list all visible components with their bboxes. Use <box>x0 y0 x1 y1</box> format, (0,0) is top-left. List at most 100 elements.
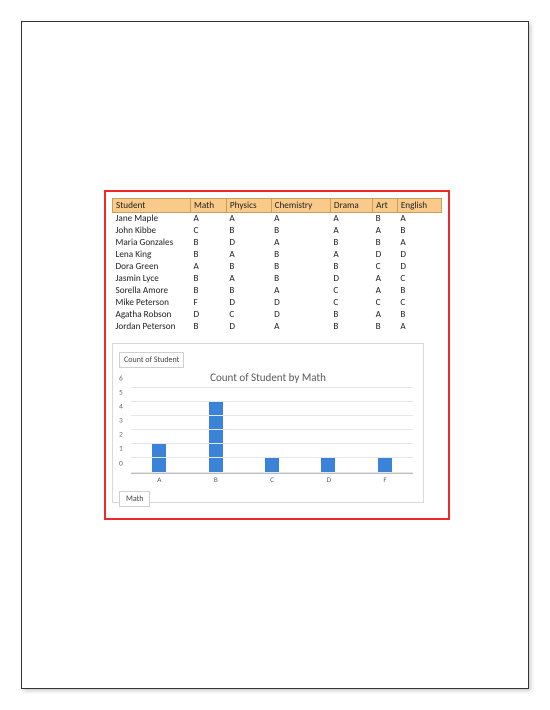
grade-cell: A <box>271 285 330 297</box>
grade-cell: A <box>191 261 227 273</box>
grade-cell: C <box>330 285 372 297</box>
grade-cell: A <box>373 309 398 321</box>
x-tick-label: F <box>383 476 386 485</box>
column-header: Chemistry <box>271 199 330 213</box>
grades-table: StudentMathPhysicsChemistryDramaArtEngli… <box>112 198 442 333</box>
grade-cell: A <box>397 213 441 225</box>
grade-cell: B <box>191 273 227 285</box>
y-tick-label: 6 <box>119 374 123 383</box>
gridline <box>131 429 413 430</box>
x-tick-label: B <box>214 476 218 485</box>
grade-cell: A <box>271 321 330 333</box>
grade-cell: F <box>191 297 227 309</box>
student-name-cell: Lena King <box>113 249 191 261</box>
column-header: Physics <box>226 199 271 213</box>
grade-cell: B <box>191 285 227 297</box>
student-name-cell: John Kibbe <box>113 225 191 237</box>
y-tick-label: 2 <box>119 431 123 440</box>
grade-cell: A <box>226 213 271 225</box>
grade-cell: B <box>397 309 441 321</box>
chart-x-axis: ABCDF <box>131 476 413 485</box>
table-row: Jordan PetersonBDABBA <box>113 321 442 333</box>
grade-cell: D <box>397 249 441 261</box>
grade-cell: A <box>226 273 271 285</box>
chart-bar <box>378 458 392 472</box>
chart-title: Count of Student by Math <box>119 371 417 384</box>
table-row: John KibbeCBBAAB <box>113 225 442 237</box>
document-page: StudentMathPhysicsChemistryDramaArtEngli… <box>21 21 529 689</box>
grade-cell: D <box>226 297 271 309</box>
student-name-cell: Maria Gonzales <box>113 237 191 249</box>
student-name-cell: Agatha Robson <box>113 309 191 321</box>
grade-cell: B <box>271 225 330 237</box>
grade-cell: B <box>191 321 227 333</box>
chart-field-pill[interactable]: Count of Student <box>119 352 184 368</box>
grade-cell: A <box>373 273 398 285</box>
gridline <box>131 457 413 458</box>
grade-cell: A <box>373 225 398 237</box>
grade-cell: B <box>397 225 441 237</box>
grade-cell: A <box>373 285 398 297</box>
grade-cell: B <box>226 285 271 297</box>
table-row: Agatha RobsonDCDBAB <box>113 309 442 321</box>
grade-cell: A <box>226 249 271 261</box>
grade-cell: B <box>226 225 271 237</box>
grade-cell: B <box>330 309 372 321</box>
x-tick-label: C <box>270 476 274 485</box>
grade-cell: A <box>191 213 227 225</box>
gridline <box>131 387 413 388</box>
grade-cell: C <box>373 261 398 273</box>
table-row: Jane MapleAAAABA <box>113 213 442 225</box>
grade-cell: B <box>330 321 372 333</box>
column-header: Art <box>373 199 398 213</box>
grade-cell: D <box>397 261 441 273</box>
table-row: Mike PetersonFDDCCC <box>113 297 442 309</box>
grade-cell: D <box>226 321 271 333</box>
grade-cell: C <box>226 309 271 321</box>
grade-cell: B <box>330 237 372 249</box>
grade-cell: C <box>397 273 441 285</box>
grade-cell: A <box>330 213 372 225</box>
grade-cell: B <box>397 285 441 297</box>
grade-cell: B <box>330 261 372 273</box>
grade-cell: D <box>271 309 330 321</box>
x-tick-label: A <box>157 476 161 485</box>
table-row: Jasmin LyceBABDAC <box>113 273 442 285</box>
table-header: StudentMathPhysicsChemistryDramaArtEngli… <box>113 199 442 213</box>
table-body: Jane MapleAAAABAJohn KibbeCBBAABMaria Go… <box>113 213 442 333</box>
table-row: Lena KingBABADD <box>113 249 442 261</box>
grade-cell: C <box>373 297 398 309</box>
gridline <box>131 472 413 473</box>
grade-cell: C <box>191 225 227 237</box>
student-name-cell: Jordan Peterson <box>113 321 191 333</box>
student-name-cell: Dora Green <box>113 261 191 273</box>
y-tick-label: 0 <box>119 459 123 468</box>
x-tick-label: D <box>326 476 331 485</box>
chart-bar <box>209 402 223 473</box>
chart-container: Count of Student Count of Student by Mat… <box>112 343 424 503</box>
column-header: English <box>397 199 441 213</box>
grade-cell: D <box>271 297 330 309</box>
grade-cell: B <box>373 237 398 249</box>
student-name-cell: Sorella Amore <box>113 285 191 297</box>
chart-axis-pill[interactable]: Math <box>119 491 150 507</box>
chart-plot-area: 0123456 <box>131 388 413 474</box>
grade-cell: B <box>191 249 227 261</box>
table-row: Sorella AmoreBBACAB <box>113 285 442 297</box>
student-name-cell: Jasmin Lyce <box>113 273 191 285</box>
grade-cell: D <box>191 309 227 321</box>
grade-cell: B <box>226 261 271 273</box>
gridline <box>131 401 413 402</box>
grade-cell: B <box>373 321 398 333</box>
selection-box: StudentMathPhysicsChemistryDramaArtEngli… <box>104 190 450 520</box>
gridline <box>131 443 413 444</box>
chart-bar <box>321 458 335 472</box>
grade-cell: C <box>330 297 372 309</box>
table-row: Dora GreenABBBCD <box>113 261 442 273</box>
gridline <box>131 415 413 416</box>
column-header: Drama <box>330 199 372 213</box>
grade-cell: B <box>271 249 330 261</box>
student-name-cell: Mike Peterson <box>113 297 191 309</box>
grade-cell: A <box>397 237 441 249</box>
grade-cell: D <box>330 273 372 285</box>
